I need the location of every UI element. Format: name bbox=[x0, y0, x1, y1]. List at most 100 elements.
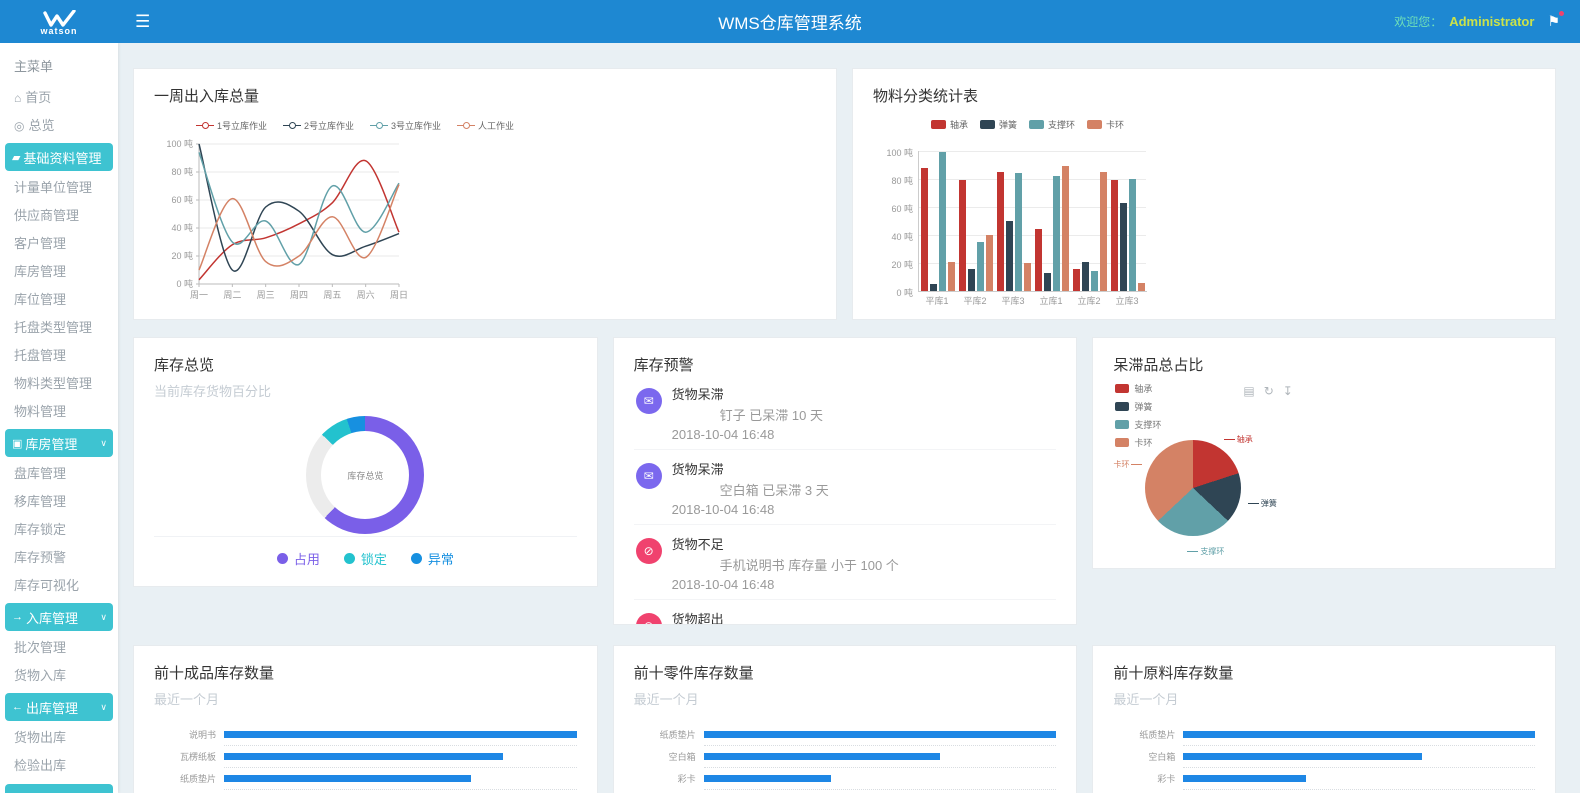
bar-弹簧[interactable] bbox=[1044, 273, 1051, 291]
bar-卡环[interactable] bbox=[1138, 283, 1145, 291]
sidebar-item-批次管理[interactable]: 批次管理 bbox=[0, 634, 118, 662]
hbar-value[interactable] bbox=[224, 775, 471, 782]
sidebar-item-label: 移库管理 bbox=[14, 494, 66, 509]
alert-item[interactable]: ✉货物呆滞空白箱 已呆滞 3 天2018-10-04 16:48 bbox=[634, 450, 1057, 525]
sidebar-item-基础资料管理[interactable]: ▰基础资料管理 bbox=[5, 143, 113, 171]
legend-item-轴承[interactable]: 轴承 bbox=[931, 118, 968, 131]
sidebar-item-货物出库[interactable]: 货物出库 bbox=[0, 724, 118, 752]
hamburger-icon[interactable]: ☰ bbox=[135, 12, 150, 32]
sidebar-item-客户管理[interactable]: 客户管理 bbox=[0, 230, 118, 258]
sidebar-item-库存可视化[interactable]: 库存可视化 bbox=[0, 572, 118, 600]
refresh-icon[interactable]: ↻ bbox=[1264, 384, 1274, 398]
bar-卡环[interactable] bbox=[986, 235, 993, 291]
bar-卡环[interactable] bbox=[948, 262, 955, 291]
username[interactable]: Administrator bbox=[1449, 14, 1534, 29]
bar-轴承[interactable] bbox=[921, 168, 928, 291]
sidebar-item-库存预警[interactable]: 库存预警 bbox=[0, 544, 118, 572]
notification-dot bbox=[1559, 11, 1564, 16]
hbar-value[interactable] bbox=[1183, 731, 1535, 738]
data-view-icon[interactable]: ▤ bbox=[1243, 384, 1254, 398]
alert-item[interactable]: ✉货物呆滞钉子 已呆滞 10 天2018-10-04 16:48 bbox=[634, 375, 1057, 450]
sidebar-item-库存锁定[interactable]: 库存锁定 bbox=[0, 516, 118, 544]
legend-item-支撑环[interactable]: 支撑环 bbox=[1115, 418, 1161, 431]
bar-轴承[interactable] bbox=[1035, 229, 1042, 291]
bar-弹簧[interactable] bbox=[1120, 203, 1127, 291]
hbar-value[interactable] bbox=[1183, 753, 1422, 760]
warehouse-icon: ▣ bbox=[12, 437, 22, 450]
sidebar-item-托盘管理[interactable]: 托盘管理 bbox=[0, 342, 118, 370]
sidebar-item-cutoff[interactable] bbox=[5, 784, 113, 793]
bar-弹簧[interactable] bbox=[1082, 262, 1089, 291]
svg-text:100 吨: 100 吨 bbox=[166, 138, 193, 149]
bar-支撑环[interactable] bbox=[939, 152, 946, 291]
sidebar-item-库房管理[interactable]: ▣库房管理∨ bbox=[5, 429, 113, 457]
sidebar-item-物料类型管理[interactable]: 物料类型管理 bbox=[0, 370, 118, 398]
legend-item-卡环[interactable]: 卡环 bbox=[1115, 436, 1161, 449]
hbar-track bbox=[224, 768, 577, 790]
legend-item-弹簧[interactable]: 弹簧 bbox=[980, 118, 1017, 131]
bar-卡环[interactable] bbox=[1024, 263, 1031, 291]
hbar-value[interactable] bbox=[1183, 775, 1306, 782]
notification-flag-icon[interactable]: ⚑ bbox=[1547, 13, 1560, 30]
x-axis-label: 平库3 bbox=[994, 294, 1032, 307]
bar-轴承[interactable] bbox=[1111, 180, 1118, 291]
alert-item[interactable]: ⊘货物超出硬纸板 库存量 大于 300 个2018-10-04 16:48 bbox=[634, 600, 1057, 625]
bar-弹簧[interactable] bbox=[930, 284, 937, 291]
bar-group-平库1 bbox=[919, 151, 957, 291]
sidebar-item-出库管理[interactable]: ←出库管理∨ bbox=[5, 693, 113, 721]
legend-item-占用[interactable]: 占用 bbox=[277, 549, 320, 568]
sidebar-item-首页[interactable]: ⌂首页 bbox=[0, 84, 118, 112]
envelope-icon: ✉ bbox=[636, 463, 662, 489]
hbar-value[interactable] bbox=[704, 731, 1057, 738]
legend-item-3号立库作业[interactable]: 3号立库作业 bbox=[370, 119, 441, 132]
bar-支撑环[interactable] bbox=[1091, 271, 1098, 291]
chevron-down-icon: ∨ bbox=[100, 702, 107, 713]
sidebar-item-计量单位管理[interactable]: 计量单位管理 bbox=[0, 174, 118, 202]
pie-label-弹簧: 弹簧 bbox=[1248, 498, 1277, 509]
hbar-value[interactable] bbox=[224, 731, 577, 738]
sidebar-item-物料管理[interactable]: 物料管理 bbox=[0, 398, 118, 426]
bar-支撑环[interactable] bbox=[1129, 179, 1136, 291]
hbar-row: 瓦楞纸板 bbox=[154, 746, 577, 768]
donut-chart: 库存总览 bbox=[306, 416, 424, 534]
bar-支撑环[interactable] bbox=[1015, 173, 1022, 291]
bar-轴承[interactable] bbox=[959, 180, 966, 291]
svg-text:周六: 周六 bbox=[357, 289, 375, 300]
sidebar-item-移库管理[interactable]: 移库管理 bbox=[0, 488, 118, 516]
legend-item-异常[interactable]: 异常 bbox=[411, 549, 454, 568]
bar-轴承[interactable] bbox=[1073, 269, 1080, 291]
bar-弹簧[interactable] bbox=[968, 269, 975, 291]
alert-item[interactable]: ⊘货物不足手机说明书 库存量 小于 100 个2018-10-04 16:48 bbox=[634, 525, 1057, 600]
sidebar-item-label: 货物入库 bbox=[14, 668, 66, 683]
bar-弹簧[interactable] bbox=[1006, 221, 1013, 291]
sidebar-item-库位管理[interactable]: 库位管理 bbox=[0, 286, 118, 314]
legend-item-1号立库作业[interactable]: 1号立库作业 bbox=[196, 119, 267, 132]
sidebar-item-供应商管理[interactable]: 供应商管理 bbox=[0, 202, 118, 230]
bar-卡环[interactable] bbox=[1100, 172, 1107, 291]
hbar-value[interactable] bbox=[704, 753, 940, 760]
bar-支撑环[interactable] bbox=[977, 242, 984, 291]
bar-轴承[interactable] bbox=[997, 172, 1004, 291]
chart-title: 库存总览 bbox=[154, 354, 577, 375]
legend-item-2号立库作业[interactable]: 2号立库作业 bbox=[283, 119, 354, 132]
sidebar-item-货物入库[interactable]: 货物入库 bbox=[0, 662, 118, 690]
sidebar-item-总览[interactable]: ◎总览 bbox=[0, 112, 118, 140]
hbar-label: 彩卡 bbox=[634, 768, 704, 790]
legend-item-人工作业[interactable]: 人工作业 bbox=[457, 119, 514, 132]
hbar-value[interactable] bbox=[704, 775, 831, 782]
legend-item-轴承[interactable]: 轴承 bbox=[1115, 382, 1161, 395]
legend-item-卡环[interactable]: 卡环 bbox=[1087, 118, 1124, 131]
hbar-value[interactable] bbox=[224, 753, 503, 760]
sidebar-item-托盘类型管理[interactable]: 托盘类型管理 bbox=[0, 314, 118, 342]
sidebar-item-检验出库[interactable]: 检验出库 bbox=[0, 752, 118, 780]
legend-item-支撑环[interactable]: 支撑环 bbox=[1029, 118, 1075, 131]
sidebar-item-盘库管理[interactable]: 盘库管理 bbox=[0, 460, 118, 488]
sidebar-item-库房管理[interactable]: 库房管理 bbox=[0, 258, 118, 286]
legend-item-弹簧[interactable]: 弹簧 bbox=[1115, 400, 1161, 413]
bar-group-平库3 bbox=[995, 151, 1033, 291]
download-icon[interactable]: ↧ bbox=[1283, 384, 1293, 398]
bar-支撑环[interactable] bbox=[1053, 176, 1060, 291]
bar-卡环[interactable] bbox=[1062, 166, 1069, 291]
sidebar-item-入库管理[interactable]: →入库管理∨ bbox=[5, 603, 113, 631]
legend-item-锁定[interactable]: 锁定 bbox=[344, 549, 387, 568]
